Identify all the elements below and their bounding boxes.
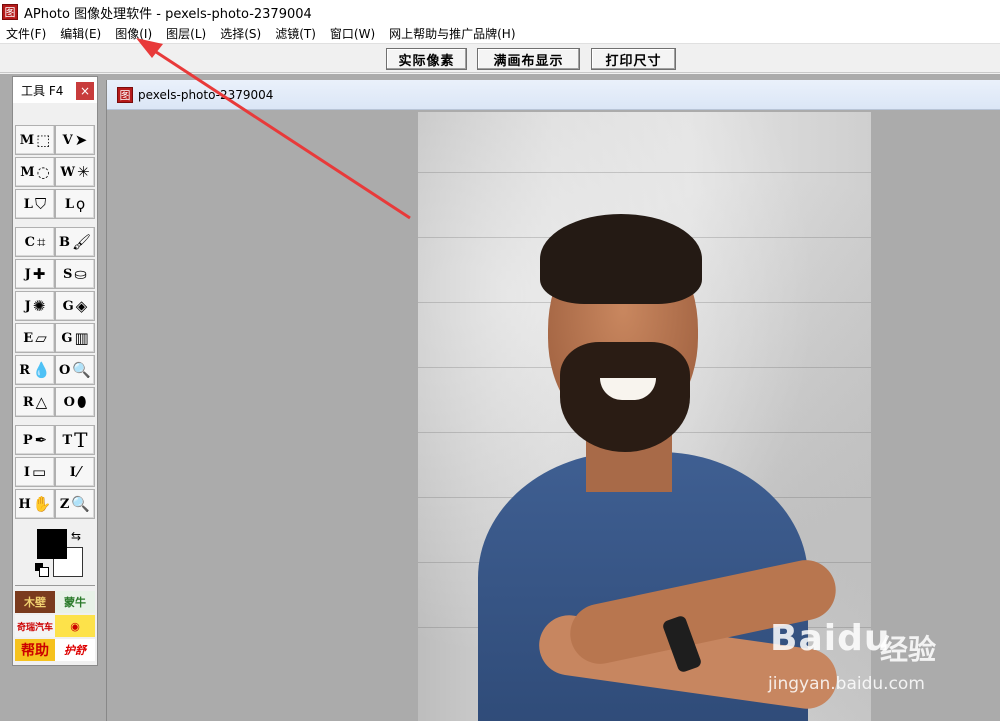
baidu-watermark: Baidu 经验 jingyan.baidu.com xyxy=(760,612,1000,708)
watermark-brand: Baidu xyxy=(770,618,890,659)
annotation-arrow-line xyxy=(149,46,411,220)
watermark-cn: 经验 xyxy=(880,633,937,666)
watermark-brand-a: Bai xyxy=(770,618,838,659)
watermark-url: jingyan.baidu.com xyxy=(768,674,925,694)
